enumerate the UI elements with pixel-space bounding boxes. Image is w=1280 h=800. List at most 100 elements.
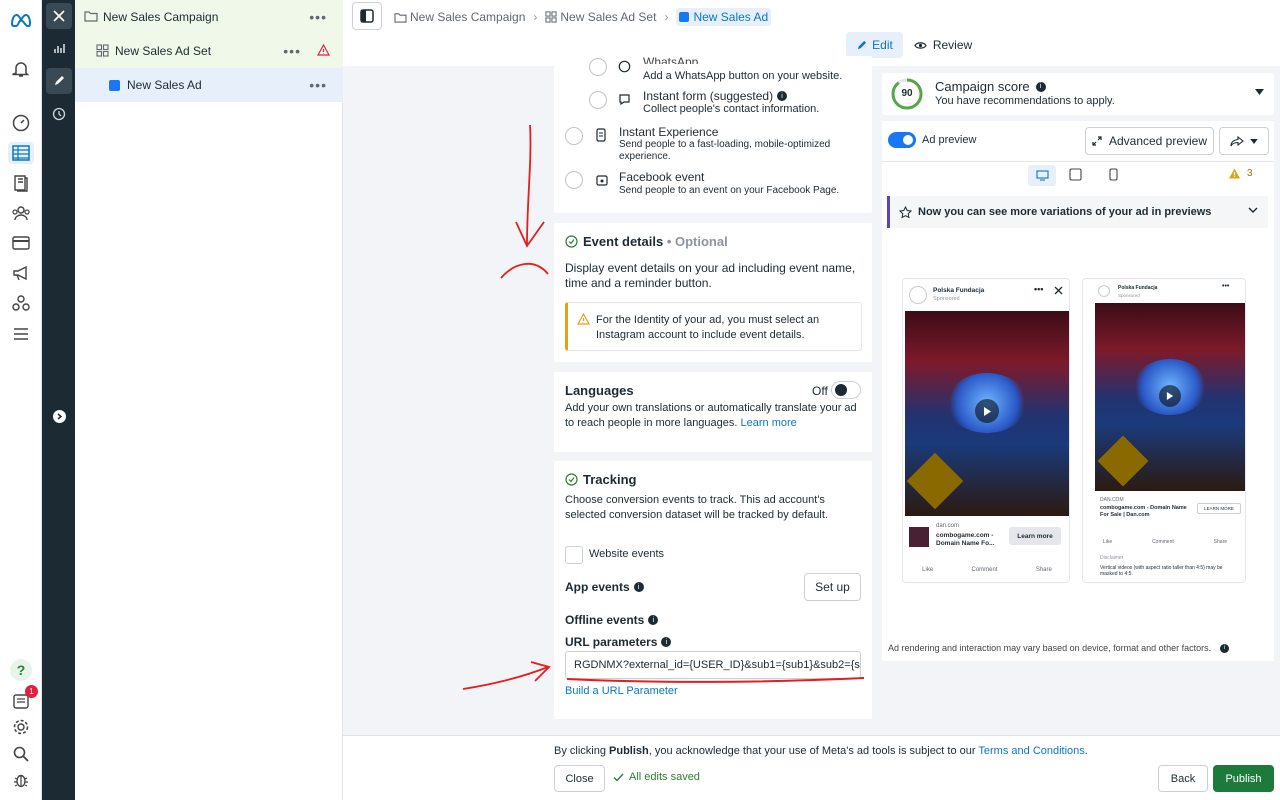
info-icon[interactable]: i [661,637,672,647]
info-icon[interactable]: i [633,582,644,592]
review-mode-tab[interactable]: Review [911,32,975,58]
learn-more-link[interactable]: Learn more [741,417,797,429]
score-value: 90 [901,88,913,99]
website-events-label: Website events [589,548,665,560]
mock2-page-name: Polska Fundacja [1118,285,1158,291]
breadcrumb-campaign[interactable]: New Sales Campaign [410,10,525,24]
star-icon [899,205,912,219]
megaphone-icon[interactable] [10,262,32,284]
audiences-icon[interactable] [10,202,32,224]
more-options-icon[interactable]: ••• [283,43,301,59]
terms-middle: , you acknowledge that your use of Meta'… [648,745,979,757]
campaign-score-card[interactable]: 90 Campaign score i You have recommendat… [882,73,1274,115]
play-icon[interactable] [975,399,999,423]
more-options-icon[interactable]: ••• [309,9,327,25]
build-url-parameter-link[interactable]: Build a URL Parameter [565,685,678,697]
more-options-icon[interactable]: ••• [309,77,327,93]
like-button[interactable]: Like [922,567,933,573]
destination-facebook-event-title: Facebook event [619,170,705,184]
comment-button[interactable]: Comment [971,567,997,573]
breadcrumb-adset[interactable]: New Sales Ad Set [560,10,656,24]
back-button[interactable]: Back [1158,765,1208,792]
history-clock-icon[interactable] [46,101,72,127]
ad-preview-mock-1[interactable]: Polska Fundacja Sponsored ••• dan.com co… [902,278,1070,583]
ad-video-thumbnail[interactable] [1095,303,1245,491]
menu-icon[interactable] [10,323,32,345]
destination-radio-instant-form[interactable] [589,91,607,109]
tree-item-campaign[interactable]: New Sales Campaign ••• [75,0,343,34]
edit-mode-tab[interactable]: Edit [846,32,903,58]
mobile-view-button[interactable] [1109,168,1118,181]
publish-button[interactable]: Publish [1213,765,1274,792]
languages-toggle[interactable] [831,381,861,399]
expand-chevron-icon[interactable] [46,403,72,429]
ad-preview-panel: Ad preview Advanced preview 3 Now you ca… [882,121,1274,661]
ad-preview-mock-2[interactable]: Polska Fundacja Sponsored ••• DAN.COM co… [1082,278,1246,583]
edit-pencil-icon[interactable] [46,68,72,94]
website-events-checkbox[interactable] [565,546,583,564]
mock2-cta-button[interactable]: LEARN MORE [1197,503,1241,514]
terms-prefix: By clicking [554,745,610,757]
meta-logo-icon[interactable] [10,9,32,31]
bug-report-icon[interactable] [10,769,32,791]
set-up-button[interactable]: Set up [804,573,861,601]
close-icon[interactable] [1054,286,1063,295]
dashboard-icon[interactable] [10,112,32,134]
more-options-icon[interactable]: ••• [1034,284,1043,294]
destination-radio-instant-experience[interactable] [565,127,583,145]
close-button[interactable]: Close [554,765,605,792]
coin-graphic [906,452,964,510]
info-icon[interactable]: i [648,615,659,625]
chart-icon[interactable] [46,35,72,61]
check-circle-icon [565,235,578,248]
breadcrumb-ad[interactable]: New Sales Ad [676,8,772,26]
campaign-tree-panel: New Sales Campaign ••• New Sales Ad Set … [75,0,343,800]
search-icon[interactable] [10,743,32,765]
mock1-actions: Like Comment Share [903,567,1069,573]
ad-preview-toggle[interactable] [888,132,916,148]
more-options-icon[interactable]: ••• [1222,283,1229,290]
destination-radio-facebook-event[interactable] [565,171,583,189]
campaigns-table-icon[interactable] [8,142,34,164]
tree-item-ad[interactable]: New Sales Ad ••• [75,68,343,102]
square-view-button[interactable] [1069,168,1082,181]
notifications-icon[interactable] [10,58,32,80]
business-tools-icon[interactable] [10,292,32,314]
phone-icon [596,128,606,142]
destination-card: WhatsApp Add a WhatsApp button on your w… [554,56,872,213]
info-icon[interactable]: i [1035,81,1046,92]
inbox-icon[interactable]: 1 [10,685,38,712]
app-events-label: App events [565,580,630,594]
info-icon[interactable]: i [1220,643,1230,653]
mock1-cta-button[interactable]: Learn more [1009,527,1061,545]
billing-card-icon[interactable] [10,232,32,254]
url-params-input[interactable]: RGDNMX?external_id={USER_ID}&sub1={sub1}… [565,651,861,679]
share-menu-button[interactable] [1219,127,1269,155]
info-icon[interactable]: i [777,91,788,101]
destination-whatsapp-title: WhatsApp [643,56,699,64]
close-icon[interactable] [46,3,72,29]
share-button[interactable]: Share [1214,539,1227,545]
play-icon[interactable] [1159,385,1181,407]
help-icon[interactable]: ? [10,659,32,681]
comment-button[interactable]: Comment [1152,539,1174,545]
destination-instant-experience-desc: Send people to a fast-loading, mobile-op… [619,139,831,162]
calendar-icon [596,174,608,186]
settings-gear-icon[interactable] [10,716,32,738]
like-button[interactable]: Like [1103,539,1112,545]
tree-item-adset[interactable]: New Sales Ad Set ••• [75,34,343,68]
preview-variations-banner[interactable]: Now you can see more variations of your … [887,196,1268,228]
languages-desc: Add your own translations or automatical… [565,401,865,431]
annotation-curve [500,263,549,279]
catalog-icon[interactable] [10,172,32,194]
preview-warnings[interactable]: 3 [1228,168,1253,179]
destination-radio-whatsapp[interactable] [589,58,607,76]
ad-video-thumbnail[interactable] [905,311,1069,516]
terms-link[interactable]: Terms and Conditions [978,745,1084,757]
tree-ad-label: New Sales Ad [127,78,202,92]
advanced-preview-button[interactable]: Advanced preview [1085,127,1214,155]
toggle-panel-button[interactable] [352,2,382,30]
destination-whatsapp-desc: Add a WhatsApp button on your website. [643,70,843,82]
share-button[interactable]: Share [1036,567,1052,573]
desktop-view-button[interactable] [1028,165,1056,186]
